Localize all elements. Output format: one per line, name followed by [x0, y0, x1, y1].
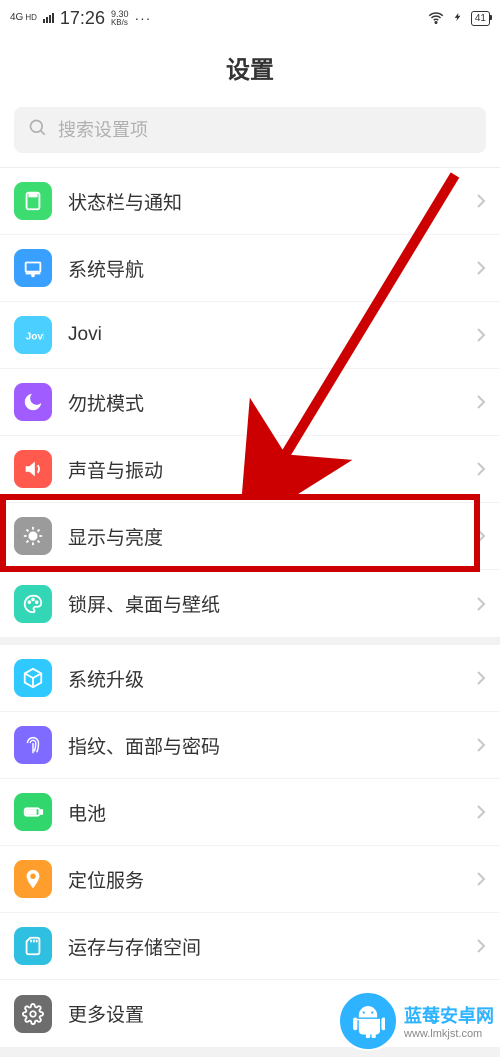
- watermark: 蓝莓安卓网 www.lmkjst.com: [338, 991, 494, 1051]
- status-clock: 17:26: [60, 8, 105, 29]
- chevron-right-icon: [476, 596, 486, 612]
- nav-icon: [14, 249, 52, 287]
- settings-row-system-nav[interactable]: 系统导航: [0, 235, 500, 302]
- chevron-right-icon: [476, 260, 486, 276]
- page-title: 设置: [0, 50, 500, 85]
- settings-row-label: Jovi: [68, 324, 460, 346]
- settings-list: 状态栏与通知系统导航 Jovi Jovi 勿扰模式声音与振动显示与亮度锁屏、桌面与壁纸…: [0, 168, 500, 1047]
- chevron-right-icon: [476, 327, 486, 343]
- location-icon: [14, 860, 52, 898]
- battery-percent: 41: [475, 13, 486, 24]
- wifi-icon: [427, 9, 445, 27]
- watermark-text: 蓝莓安卓网 www.lmkjst.com: [404, 1002, 494, 1040]
- settings-row-label: 系统升级: [68, 665, 460, 692]
- network-type: 4G: [10, 13, 23, 23]
- watermark-logo-icon: [338, 991, 398, 1051]
- chevron-right-icon: [476, 193, 486, 209]
- settings-row-lock-desktop[interactable]: 锁屏、桌面与壁纸: [0, 570, 500, 637]
- jovi-icon: Jovi: [14, 316, 52, 354]
- settings-row-display[interactable]: 显示与亮度: [0, 503, 500, 570]
- chevron-right-icon: [476, 394, 486, 410]
- fingerprint-icon: [14, 726, 52, 764]
- settings-row-sound[interactable]: 声音与振动: [0, 436, 500, 503]
- settings-row-label: 系统导航: [68, 255, 460, 282]
- settings-row-biometrics[interactable]: 指纹、面部与密码: [0, 712, 500, 779]
- brightness-icon: [14, 517, 52, 555]
- settings-row-dnd[interactable]: 勿扰模式: [0, 369, 500, 436]
- search-box[interactable]: [14, 107, 486, 153]
- watermark-url: www.lmkjst.com: [404, 1028, 494, 1040]
- settings-row-label: 定位服务: [68, 866, 460, 893]
- watermark-title: 蓝莓安卓网: [404, 1002, 494, 1028]
- settings-row-location[interactable]: 定位服务: [0, 846, 500, 913]
- search-icon: [28, 118, 48, 143]
- settings-row-battery[interactable]: 电池: [0, 779, 500, 846]
- battery-indicator: 41: [471, 11, 490, 26]
- charging-icon: [453, 10, 463, 27]
- palette-icon: [14, 585, 52, 623]
- chevron-right-icon: [476, 461, 486, 477]
- settings-group: 系统升级指纹、面部与密码电池定位服务运存与存储空间更多设置: [0, 645, 500, 1047]
- settings-row-label: 声音与振动: [68, 456, 460, 483]
- status-right: 41: [427, 9, 490, 27]
- net-speed: 9.30 KB/s: [111, 10, 129, 27]
- network-hd: HD: [25, 13, 37, 22]
- chevron-right-icon: [476, 670, 486, 686]
- settings-row-label: 状态栏与通知: [68, 188, 460, 215]
- settings-row-status-notif[interactable]: 状态栏与通知: [0, 168, 500, 235]
- settings-row-label: 勿扰模式: [68, 389, 460, 416]
- settings-row-label: 显示与亮度: [68, 523, 460, 550]
- gear-icon: [14, 995, 52, 1033]
- battery-icon: [14, 793, 52, 831]
- settings-row-jovi[interactable]: Jovi Jovi: [0, 302, 500, 369]
- cube-icon: [14, 659, 52, 697]
- status-left: 4GHD 17:26 9.30 KB/s ···: [10, 8, 151, 29]
- search-section: [0, 107, 500, 168]
- settings-row-label: 电池: [68, 799, 460, 826]
- sdcard-icon: [14, 927, 52, 965]
- signal-indicator: 4GHD: [10, 13, 37, 23]
- page-header: 设置: [0, 36, 500, 107]
- settings-row-system-update[interactable]: 系统升级: [0, 645, 500, 712]
- settings-row-label: 锁屏、桌面与壁纸: [68, 590, 460, 617]
- speaker-icon: [14, 450, 52, 488]
- settings-group: 状态栏与通知系统导航 Jovi Jovi 勿扰模式声音与振动显示与亮度锁屏、桌面与壁纸: [0, 168, 500, 637]
- chevron-right-icon: [476, 737, 486, 753]
- svg-text:Jovi: Jovi: [26, 332, 44, 343]
- status-more-icon: ···: [134, 10, 151, 26]
- settings-row-storage[interactable]: 运存与存储空间: [0, 913, 500, 980]
- settings-row-label: 运存与存储空间: [68, 933, 460, 960]
- chevron-right-icon: [476, 938, 486, 954]
- chevron-right-icon: [476, 528, 486, 544]
- status-icon: [14, 182, 52, 220]
- signal-bars-icon: [43, 13, 54, 23]
- settings-row-label: 指纹、面部与密码: [68, 732, 460, 759]
- chevron-right-icon: [476, 871, 486, 887]
- search-input[interactable]: [58, 120, 472, 141]
- status-bar: 4GHD 17:26 9.30 KB/s ··· 41: [0, 0, 500, 36]
- chevron-right-icon: [476, 804, 486, 820]
- moon-icon: [14, 383, 52, 421]
